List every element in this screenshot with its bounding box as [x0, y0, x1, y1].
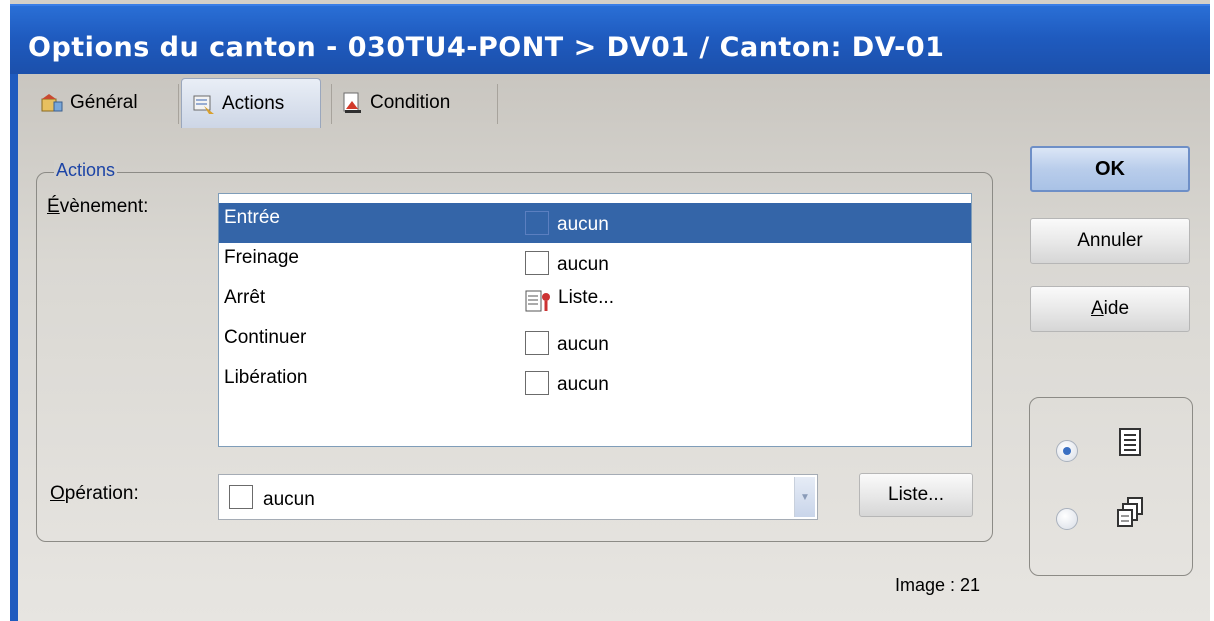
- tab-condition[interactable]: Condition: [340, 82, 500, 124]
- window-frame-left: [10, 74, 18, 621]
- event-row-freinage[interactable]: Freinage aucun: [219, 243, 971, 283]
- event-row-arret[interactable]: Arrêt Liste...: [219, 283, 971, 323]
- title-bar[interactable]: Options du canton - 030TU4-PONT > DV01 /…: [10, 4, 1210, 76]
- event-name: Arrêt: [224, 287, 266, 308]
- tab-general[interactable]: Général: [40, 82, 176, 124]
- list-document-icon[interactable]: [525, 289, 553, 315]
- event-checkbox[interactable]: [525, 331, 549, 355]
- operation-checkbox[interactable]: [229, 485, 253, 509]
- cascade-view-icon: [1117, 497, 1143, 527]
- event-label-text: vènement:: [59, 196, 149, 217]
- event-list[interactable]: Entrée aucun Freinage aucun Arrêt Liste.…: [218, 193, 972, 447]
- event-name: Libération: [224, 367, 308, 388]
- tab-separator: [497, 84, 498, 124]
- ok-button[interactable]: OK: [1030, 146, 1190, 192]
- event-value: aucun: [557, 254, 609, 275]
- event-checkbox[interactable]: [525, 211, 549, 235]
- operation-list-button[interactable]: Liste...: [859, 473, 973, 517]
- tab-separator: [178, 84, 179, 124]
- event-name: Entrée: [224, 207, 280, 228]
- actions-group-title: Actions: [54, 160, 118, 181]
- event-row-liberation[interactable]: Libération aucun: [219, 363, 971, 403]
- event-checkbox[interactable]: [525, 371, 549, 395]
- event-value: aucun: [557, 214, 609, 235]
- operation-combobox[interactable]: aucun ▼: [218, 474, 818, 520]
- event-name: Freinage: [224, 247, 299, 268]
- operation-label-mnemonic: O: [50, 483, 65, 504]
- help-button[interactable]: Aide: [1030, 286, 1190, 332]
- tab-actions-label: Actions: [222, 92, 285, 114]
- operation-label: Opération:: [50, 483, 139, 505]
- tab-condition-label: Condition: [370, 92, 451, 113]
- event-label-mnemonic: É: [47, 196, 60, 217]
- event-row-continuer[interactable]: Continuer aucun: [219, 323, 971, 363]
- event-label: Évènement:: [47, 196, 148, 218]
- event-row-entree[interactable]: Entrée aucun: [219, 203, 971, 243]
- view-options-panel: [1029, 397, 1193, 576]
- actions-tab-icon: [193, 95, 214, 114]
- event-name: Continuer: [224, 327, 307, 348]
- tab-general-label: Général: [70, 92, 138, 113]
- chevron-down-icon[interactable]: ▼: [794, 477, 815, 517]
- view-radio-cascade[interactable]: [1056, 508, 1078, 530]
- cancel-button[interactable]: Annuler: [1030, 218, 1190, 264]
- list-view-icon: [1119, 428, 1141, 456]
- operation-label-text: pération:: [64, 483, 139, 504]
- tab-actions[interactable]: Actions: [181, 78, 321, 128]
- event-value: aucun: [557, 334, 609, 355]
- event-checkbox[interactable]: [525, 251, 549, 275]
- event-value: aucun: [557, 374, 609, 395]
- help-label: ide: [1103, 298, 1130, 319]
- condition-tab-icon: [343, 92, 361, 113]
- general-tab-icon: [41, 94, 63, 112]
- view-radio-list[interactable]: [1056, 440, 1078, 462]
- dialog-window: Options du canton - 030TU4-PONT > DV01 /…: [10, 0, 1210, 621]
- window-title: Options du canton - 030TU4-PONT > DV01 /…: [28, 32, 945, 63]
- operation-value: aucun: [263, 489, 315, 510]
- status-image-count: Image : 21: [895, 575, 981, 595]
- tab-separator: [331, 84, 332, 124]
- help-mnemonic: A: [1090, 298, 1104, 319]
- event-list-value: Liste...: [558, 287, 614, 308]
